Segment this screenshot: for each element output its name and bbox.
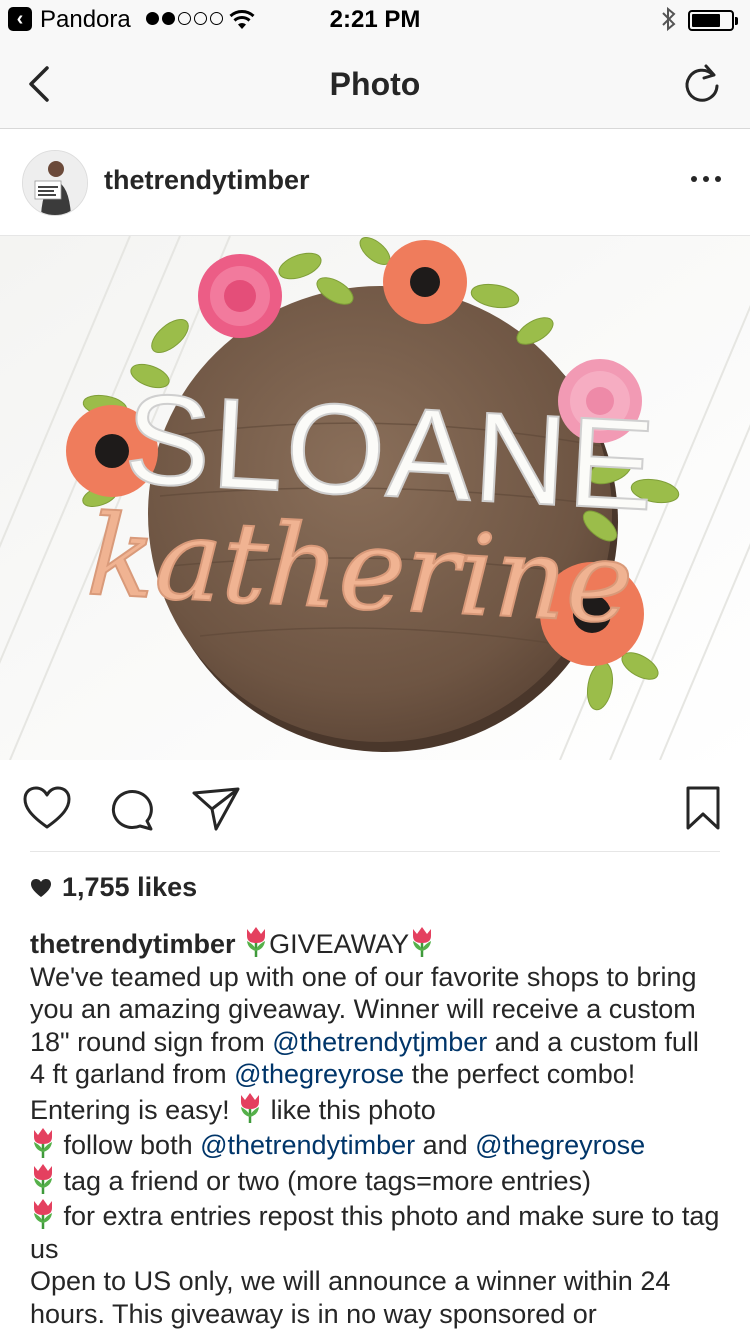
post-photo[interactable]: SLOANE katherine: [0, 236, 750, 760]
back-to-app-label[interactable]: Pandora: [40, 6, 131, 34]
bluetooth-icon: [662, 6, 676, 32]
mention-link[interactable]: @thetrendytjmber: [272, 1027, 487, 1057]
tulip-icon: [413, 927, 432, 957]
page-title: Photo: [329, 66, 421, 102]
avatar[interactable]: [22, 150, 88, 216]
caption-text: for extra entries repost this photo and …: [30, 1201, 720, 1264]
likes-count[interactable]: 1,755 likes: [30, 872, 197, 903]
bookmark-icon[interactable]: [678, 784, 728, 834]
heart-filled-icon: [31, 878, 51, 897]
caption-text: tag a friend or two (more tags=more entr…: [56, 1165, 591, 1196]
caption-text: like this photo: [263, 1094, 436, 1125]
post-caption: thetrendytimber GIVEAWAY We've teamed up…: [30, 925, 720, 1330]
caption-title: GIVEAWAY: [269, 929, 410, 959]
chevron-left-icon[interactable]: [22, 62, 62, 106]
tulip-icon: [34, 1163, 52, 1194]
share-icon[interactable]: [191, 784, 241, 834]
wifi-icon: [229, 10, 255, 29]
mention-link[interactable]: @thetrendytimber: [200, 1130, 415, 1160]
battery-icon: [688, 10, 738, 31]
mention-link[interactable]: @thegreyrose: [475, 1130, 645, 1160]
tulip-icon: [34, 1199, 52, 1229]
tulip-icon: [34, 1128, 52, 1158]
tulip-icon: [241, 1092, 260, 1123]
comment-icon[interactable]: [107, 784, 157, 834]
mention-link[interactable]: @thegreyrose: [234, 1059, 404, 1089]
post-header: thetrendytimber: [0, 129, 750, 236]
heart-icon[interactable]: [22, 784, 72, 834]
tulip-icon: [247, 927, 266, 957]
back-to-app-icon[interactable]: ‹: [8, 7, 32, 31]
signal-strength-icon: [146, 12, 223, 25]
status-bar: ‹ Pandora 2:21 PM: [0, 0, 750, 40]
more-horizontal-icon[interactable]: [684, 167, 728, 191]
post-author-username[interactable]: thetrendytimber: [104, 165, 310, 196]
caption-username[interactable]: thetrendytimber: [30, 929, 236, 959]
caption-text: and: [415, 1130, 476, 1160]
navigation-bar: Photo: [0, 40, 750, 129]
refresh-icon[interactable]: [680, 62, 724, 106]
caption-text: Open to US only, we will announce a winn…: [30, 1266, 671, 1329]
caption-text: follow both: [56, 1130, 201, 1160]
divider: [30, 851, 720, 852]
likes-label: 1,755 likes: [62, 872, 198, 902]
post-actions: [0, 760, 750, 852]
